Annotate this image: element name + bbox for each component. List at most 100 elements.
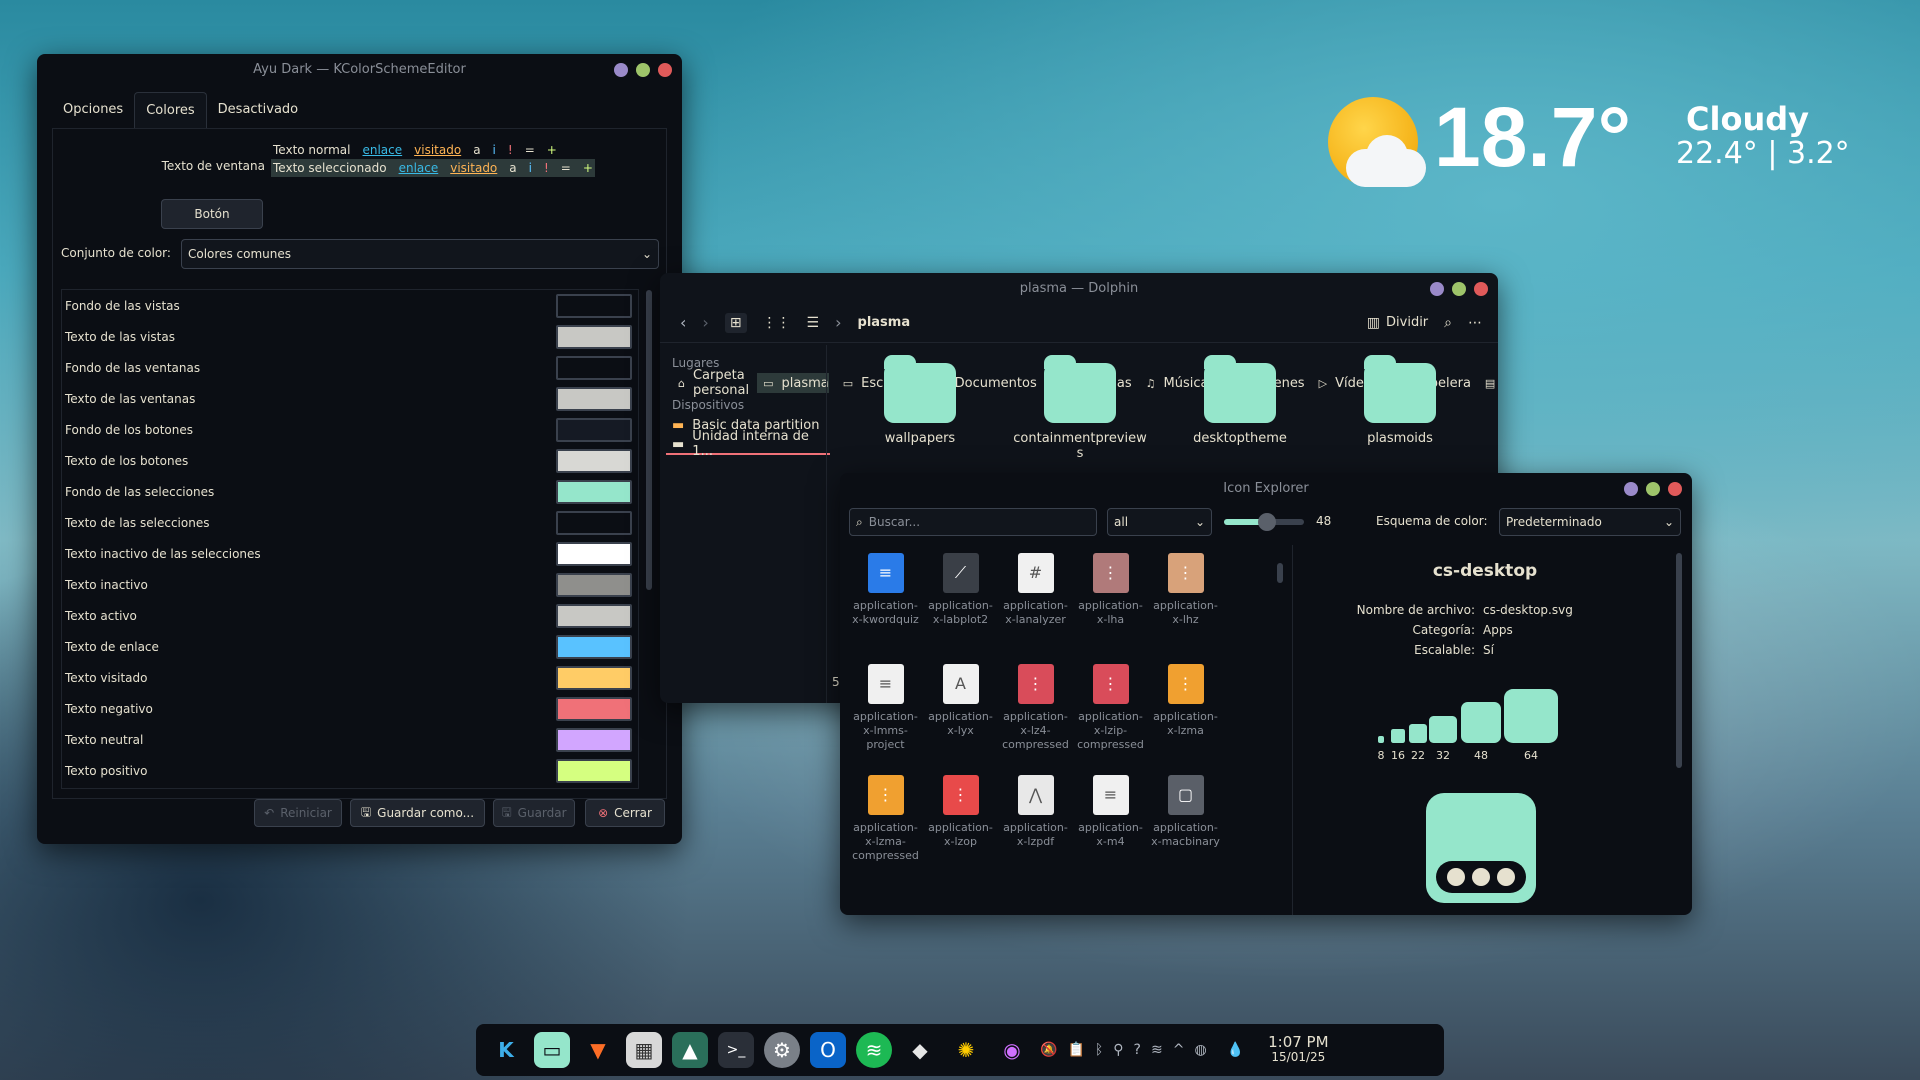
gitlab-icon[interactable]: ▼ (580, 1032, 616, 1068)
save-as-button[interactable]: 🖫 Guardar como... (350, 799, 485, 827)
search-icon[interactable]: ⌕ (1444, 315, 1452, 331)
size-slider[interactable] (1224, 513, 1304, 531)
icon-cell[interactable]: ⋮ application- x-lhz (1148, 553, 1223, 627)
icon-cell[interactable]: ⋮ application- x-lzma (1148, 664, 1223, 738)
color-swatch-button[interactable] (556, 541, 632, 566)
title-bar[interactable]: plasma — Dolphin (660, 273, 1498, 303)
icons-view-icon[interactable]: ⊞ (724, 312, 747, 333)
tab-colores[interactable]: Colores (134, 92, 207, 128)
color-swatch-button[interactable] (556, 293, 632, 318)
color-picker-icon[interactable]: ◉ (994, 1032, 1030, 1068)
network-icon[interactable]: ◍ (1194, 1042, 1206, 1058)
inkscape-icon[interactable]: ◆ (902, 1032, 938, 1068)
icon-cell[interactable]: ⋮ application- x-lha (1073, 553, 1148, 627)
folder-containmentpreviews[interactable]: containmentpreview s (1005, 355, 1155, 461)
expand-tray-icon[interactable]: ^ (1173, 1042, 1185, 1058)
reset-button[interactable]: ↶ Reiniciar (254, 799, 342, 827)
maximize-button[interactable] (1646, 482, 1660, 496)
close-button[interactable]: ⊗ Cerrar (585, 799, 665, 827)
breadcrumb[interactable]: plasma (858, 315, 911, 330)
roles-scrollbar[interactable] (646, 290, 652, 590)
night-color-icon[interactable]: 💧 (1227, 1042, 1244, 1058)
forward-icon[interactable]: › (702, 313, 708, 332)
kde-launcher-icon[interactable]: K (488, 1032, 524, 1068)
detail-scrollbar[interactable] (1676, 553, 1682, 768)
icon-cell[interactable]: ≡ application- x-m4 (1073, 775, 1148, 849)
device-internal[interactable]: ▬ Unidad interna de 1... (666, 429, 830, 459)
save-button[interactable]: 🖫 Guardar (493, 799, 575, 827)
clock[interactable]: 1:07 PM 15/01/25 (1268, 1035, 1328, 1065)
bluetooth-icon[interactable]: ᛒ (1095, 1042, 1103, 1058)
close-window-button[interactable] (1474, 282, 1488, 296)
compact-view-icon[interactable]: ⋮⋮ (763, 315, 791, 331)
icon-cell[interactable]: Aapplication- x-lyx (923, 664, 998, 738)
places-item[interactable]: ▭ plasma (757, 373, 829, 393)
category-select[interactable]: all ⌄ (1107, 508, 1212, 536)
discover-store-icon[interactable]: ▦ (626, 1032, 662, 1068)
color-swatch-button[interactable] (556, 386, 632, 411)
split-view-icon[interactable]: ▥ (1367, 315, 1380, 331)
icon-cell[interactable]: ⋮ application- x-lzop (923, 775, 998, 849)
icon-grid-scrollbar[interactable] (1277, 563, 1283, 583)
clipboard-icon[interactable]: 📋 (1067, 1042, 1084, 1058)
weather-app-icon[interactable]: ✺ (948, 1032, 984, 1068)
title-bar[interactable]: Ayu Dark — KColorSchemeEditor (37, 54, 682, 84)
minimize-button[interactable] (614, 63, 628, 77)
notifications-icon[interactable]: 🔕 (1040, 1042, 1057, 1058)
help-icon[interactable]: ? (1134, 1042, 1141, 1058)
color-swatch-button[interactable] (556, 417, 632, 442)
icon-cell[interactable]: ⋮ application- x-lzma- compressed (848, 775, 923, 863)
outlook-icon[interactable]: O (810, 1032, 846, 1068)
folder-wallpapers[interactable]: wallpapers (845, 355, 995, 446)
color-swatch-button[interactable] (556, 665, 632, 690)
color-swatch-button[interactable] (556, 696, 632, 721)
color-swatch-button[interactable] (556, 634, 632, 659)
icon-cell[interactable]: ⟋ application- x-labplot2 (923, 553, 998, 627)
icon-cell[interactable]: ⋮ application- x-lzip- compressed (1073, 664, 1148, 752)
scheme-select[interactable]: Predeterminado ⌄ (1499, 508, 1681, 536)
menu-icon[interactable]: ⋯ (1468, 315, 1482, 331)
color-swatch-button[interactable] (556, 355, 632, 380)
terminal-icon[interactable]: >_ (718, 1032, 754, 1068)
maximize-button[interactable] (1452, 282, 1466, 296)
icon-cell[interactable]: ≡ application- x-lmms- project (848, 664, 923, 752)
image-viewer-icon[interactable]: ▲ (672, 1032, 708, 1068)
folder-desktoptheme[interactable]: desktoptheme (1165, 355, 1315, 446)
color-swatch-button[interactable] (556, 727, 632, 752)
size-slider-handle[interactable] (1258, 513, 1276, 531)
title-bar[interactable]: Icon Explorer (840, 473, 1692, 503)
close-window-button[interactable] (658, 63, 672, 77)
icon-cell[interactable]: ≡ application- x-kwordquiz (848, 553, 923, 627)
color-swatch-button[interactable] (556, 479, 632, 504)
close-window-button[interactable] (1668, 482, 1682, 496)
color-swatch-button[interactable] (556, 758, 632, 783)
color-set-select[interactable]: Colores comunes ⌄ (181, 239, 659, 269)
location-icon[interactable]: ⚲ (1113, 1042, 1123, 1058)
icon-cell[interactable]: ▢ application- x-macbinary (1148, 775, 1223, 849)
preview-button[interactable]: Botón (161, 199, 263, 229)
icon-cell[interactable]: ⋀ application- x-lzpdf (998, 775, 1073, 849)
spotify-icon[interactable]: ≋ (856, 1032, 892, 1068)
minimize-button[interactable] (1430, 282, 1444, 296)
maximize-button[interactable] (636, 63, 650, 77)
places-item[interactable]: ⌂ Carpeta personal (672, 368, 749, 398)
places-item[interactable]: ▤icons (1479, 373, 1498, 393)
icon-cell[interactable]: # application- x-lanalyzer (998, 553, 1073, 627)
color-swatch-button[interactable] (556, 603, 632, 628)
color-swatch-button[interactable] (556, 324, 632, 349)
tab-opciones[interactable]: Opciones (52, 92, 134, 128)
tab-desactivado[interactable]: Desactivado (207, 92, 309, 128)
color-swatch-button[interactable] (556, 572, 632, 597)
back-icon[interactable]: ‹ (680, 313, 686, 332)
folder-plasmoids[interactable]: plasmoids (1325, 355, 1475, 446)
search-input[interactable]: ⌕ Buscar... (849, 508, 1097, 536)
color-swatch-button[interactable] (556, 448, 632, 473)
file-manager-icon[interactable]: ▭ (534, 1032, 570, 1068)
wifi-icon[interactable]: ≋ (1151, 1042, 1163, 1058)
icon-cell[interactable]: ⋮ application- x-lz4- compressed (998, 664, 1073, 752)
split-button[interactable]: Dividir (1386, 315, 1428, 330)
color-swatch-button[interactable] (556, 510, 632, 535)
details-view-icon[interactable]: ☰ (807, 315, 820, 331)
minimize-button[interactable] (1624, 482, 1638, 496)
settings-icon[interactable]: ⚙ (764, 1032, 800, 1068)
